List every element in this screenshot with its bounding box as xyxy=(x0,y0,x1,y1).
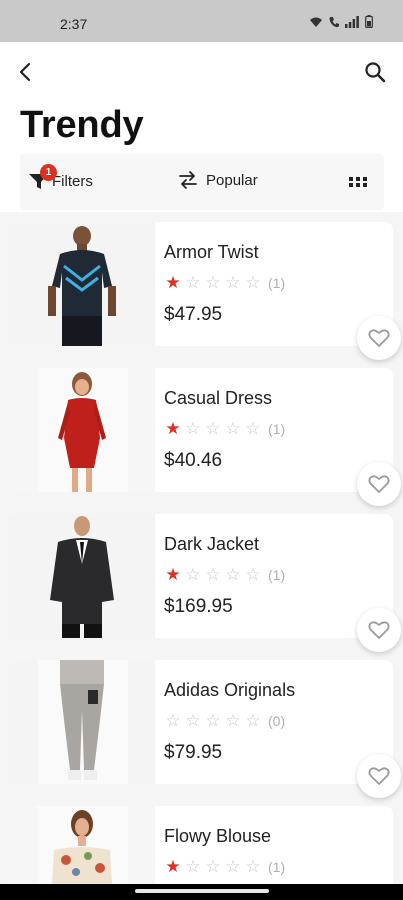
filters-badge: 1 xyxy=(40,164,57,181)
wifi-icon xyxy=(309,16,323,28)
product-price: $40.46 xyxy=(164,450,223,471)
favorite-button[interactable] xyxy=(357,316,401,360)
star-empty-icon: ☆ xyxy=(165,711,181,730)
product-image xyxy=(8,222,155,346)
view-toggle-button[interactable] xyxy=(348,174,368,190)
heart-icon xyxy=(368,767,390,785)
star-empty-icon: ☆ xyxy=(225,857,241,876)
star-empty-icon: ☆ xyxy=(205,419,221,438)
product-card[interactable]: Flowy Blouse ★ ☆ ☆ ☆ ☆ (1) xyxy=(8,806,393,884)
product-price: $79.95 xyxy=(164,742,223,763)
star-empty-icon: ☆ xyxy=(245,565,261,584)
star-empty-icon: ☆ xyxy=(225,273,241,292)
product-name: Armor Twist xyxy=(164,242,259,262)
star-empty-icon: ☆ xyxy=(225,419,241,438)
product-list: Armor Twist ★ ☆ ☆ ☆ ☆ (1) $47.95 Casual … xyxy=(0,212,403,884)
search-icon xyxy=(365,62,386,83)
filters-button[interactable]: 1 Filters xyxy=(28,164,93,192)
product-image xyxy=(8,660,155,784)
star-empty-icon: ☆ xyxy=(205,857,221,876)
review-count: (1) xyxy=(268,567,286,583)
status-time: 2:37 xyxy=(60,16,88,32)
favorite-button[interactable] xyxy=(357,462,401,506)
star-empty-icon: ☆ xyxy=(185,711,201,730)
product-card[interactable]: Casual Dress ★ ☆ ☆ ☆ ☆ (1) $40.46 xyxy=(8,368,401,506)
favorite-button[interactable] xyxy=(357,754,401,798)
signal-icon xyxy=(345,15,359,28)
review-count: (1) xyxy=(268,421,286,437)
star-empty-icon: ☆ xyxy=(225,711,241,730)
product-rating: ★ ☆ ☆ ☆ ☆ (1) xyxy=(164,858,285,876)
star-filled-icon: ★ xyxy=(165,419,181,438)
star-empty-icon: ☆ xyxy=(245,857,261,876)
product-card[interactable]: Dark Jacket ★ ☆ ☆ ☆ ☆ (1) $169.95 xyxy=(8,514,401,652)
star-empty-icon: ☆ xyxy=(205,565,221,584)
home-gesture-handle[interactable] xyxy=(135,889,269,893)
star-filled-icon: ★ xyxy=(165,273,181,292)
swap-arrows-icon xyxy=(179,171,197,189)
product-price: $47.95 xyxy=(164,304,223,325)
star-empty-icon: ☆ xyxy=(245,273,261,292)
star-empty-icon: ☆ xyxy=(205,273,221,292)
product-rating: ★ ☆ ☆ ☆ ☆ (1) xyxy=(164,274,285,292)
heart-icon xyxy=(368,329,390,347)
search-button[interactable] xyxy=(363,60,387,84)
star-empty-icon: ☆ xyxy=(245,711,261,730)
star-empty-icon: ☆ xyxy=(185,565,201,584)
heart-icon xyxy=(368,621,390,639)
star-filled-icon: ★ xyxy=(165,857,181,876)
heart-icon xyxy=(368,475,390,493)
back-arrow-icon xyxy=(19,62,31,82)
page-title: Trendy xyxy=(20,104,144,146)
app-header: Trendy 1 Filters Popular xyxy=(0,42,403,212)
star-filled-icon: ★ xyxy=(165,565,181,584)
review-count: (1) xyxy=(268,275,286,291)
product-image xyxy=(8,368,155,492)
product-card[interactable]: Adidas Originals ☆ ☆ ☆ ☆ ☆ (0) $79.95 xyxy=(8,660,401,798)
filter-toolbar: 1 Filters Popular xyxy=(20,154,384,210)
star-empty-icon: ☆ xyxy=(185,273,201,292)
product-price: $169.95 xyxy=(164,596,233,617)
battery-icon xyxy=(365,15,373,28)
star-empty-icon: ☆ xyxy=(245,419,261,438)
review-count: (0) xyxy=(268,713,286,729)
product-name: Casual Dress xyxy=(164,388,273,408)
call-icon xyxy=(329,16,339,28)
status-bar: 2:37 xyxy=(0,0,403,42)
star-empty-icon: ☆ xyxy=(205,711,221,730)
sort-label: Popular xyxy=(206,171,258,189)
product-rating: ★ ☆ ☆ ☆ ☆ (1) xyxy=(164,420,285,438)
filter-icon: 1 xyxy=(28,164,57,192)
product-card[interactable]: Armor Twist ★ ☆ ☆ ☆ ☆ (1) $47.95 xyxy=(8,222,401,360)
back-button[interactable] xyxy=(14,60,38,84)
system-navigation-bar xyxy=(0,884,403,900)
product-name: Flowy Blouse xyxy=(164,826,272,846)
product-rating: ★ ☆ ☆ ☆ ☆ (1) xyxy=(164,566,285,584)
favorite-button[interactable] xyxy=(357,608,401,652)
product-name: Adidas Originals xyxy=(164,680,296,700)
star-empty-icon: ☆ xyxy=(225,565,241,584)
product-rating: ☆ ☆ ☆ ☆ ☆ (0) xyxy=(164,712,285,730)
filters-label: Filters xyxy=(52,172,93,190)
grid-view-icon xyxy=(349,177,367,187)
product-image xyxy=(8,806,155,884)
review-count: (1) xyxy=(268,859,286,875)
sort-button[interactable]: Popular xyxy=(178,170,258,190)
product-image xyxy=(8,514,155,638)
star-empty-icon: ☆ xyxy=(185,857,201,876)
status-icons xyxy=(309,15,373,28)
star-empty-icon: ☆ xyxy=(185,419,201,438)
product-name: Dark Jacket xyxy=(164,534,260,554)
